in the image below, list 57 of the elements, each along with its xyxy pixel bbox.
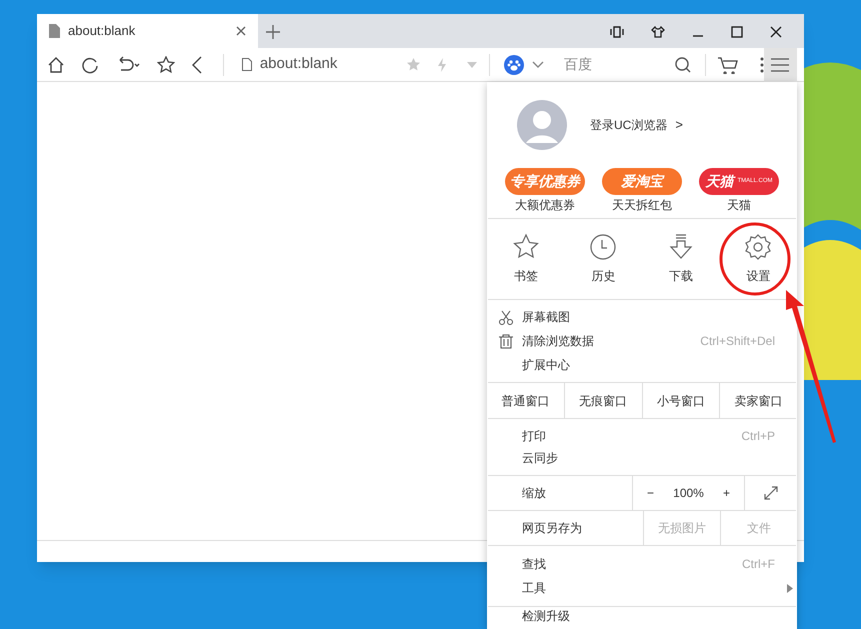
- close-icon[interactable]: [770, 26, 782, 38]
- refresh-icon[interactable]: [81, 56, 99, 74]
- paw-logo-icon[interactable]: [504, 54, 524, 74]
- avatar-icon: [517, 100, 567, 150]
- quick-button[interactable]: 设置: [720, 233, 797, 285]
- page-icon: [49, 24, 60, 38]
- more-icon[interactable]: [760, 56, 764, 72]
- menu-item[interactable]: 网页另存为: [487, 519, 643, 537]
- new-tab-icon[interactable]: [266, 25, 280, 39]
- quick-button[interactable]: 历史: [564, 233, 642, 285]
- fullscreen-icon: [764, 486, 778, 500]
- promo-label: 天天拆红包: [612, 197, 672, 214]
- login-link[interactable]: 登录UC浏览器: [590, 116, 668, 134]
- trash-icon: [498, 334, 514, 348]
- menu-item[interactable]: 检测升级: [522, 610, 570, 623]
- star-icon[interactable]: [157, 56, 175, 74]
- search-field[interactable]: 百度: [564, 54, 667, 75]
- menu-item[interactable]: 屏幕截图: [487, 305, 797, 329]
- back-icon[interactable]: [191, 56, 203, 74]
- window-mode-button[interactable]: 普通窗口: [487, 383, 564, 418]
- cart-icon[interactable]: [718, 56, 738, 74]
- scissors-icon: [498, 310, 514, 324]
- zoom-label: 缩放: [521, 485, 547, 502]
- vibrate-icon[interactable]: [610, 26, 624, 38]
- clock-icon: [589, 233, 618, 261]
- menu-icon: [771, 58, 790, 72]
- shortcut-label: Ctrl+Shift+Del: [700, 333, 775, 350]
- maximize-icon[interactable]: [731, 26, 743, 38]
- promo-label: 天猫: [727, 197, 751, 214]
- quick-button[interactable]: 书签: [487, 233, 564, 285]
- zoom-out-button[interactable]: −: [647, 484, 654, 502]
- menu-item[interactable]: 云同步: [487, 447, 797, 469]
- browser-tab[interactable]: about:blank: [37, 14, 258, 48]
- menu-item[interactable]: 清除浏览数据 Ctrl+Shift+Del: [487, 329, 797, 353]
- zoom-value: 100%: [673, 485, 704, 502]
- search-icon[interactable]: [674, 56, 691, 72]
- menu-item[interactable]: 扩展中心: [487, 353, 797, 377]
- shortcut-label: Ctrl+F: [742, 556, 775, 573]
- shirt-icon[interactable]: [651, 26, 665, 38]
- chevron-down-icon[interactable]: [532, 60, 544, 68]
- page-icon: [242, 58, 252, 71]
- settings-icon: [744, 233, 772, 261]
- chevron-icon[interactable]: >: [675, 115, 683, 135]
- zoom-in-button[interactable]: +: [722, 484, 730, 502]
- close-icon[interactable]: [236, 26, 246, 36]
- address-field[interactable]: about:blank: [260, 53, 398, 76]
- star-icon[interactable]: [406, 57, 422, 72]
- quick-button[interactable]: 下载: [642, 233, 720, 285]
- menu-item[interactable]: 工具: [487, 576, 797, 600]
- promo-label: 大额优惠券: [515, 197, 575, 214]
- menu-item[interactable]: 打印 Ctrl+P: [487, 425, 797, 447]
- star-icon: [512, 233, 540, 261]
- menu-item[interactable]: 查找 Ctrl+F: [487, 552, 797, 576]
- home-icon[interactable]: [47, 56, 65, 74]
- shortcut-label: Ctrl+P: [741, 428, 775, 445]
- tab-title: about:blank: [68, 22, 136, 40]
- menu-button[interactable]: [764, 48, 797, 82]
